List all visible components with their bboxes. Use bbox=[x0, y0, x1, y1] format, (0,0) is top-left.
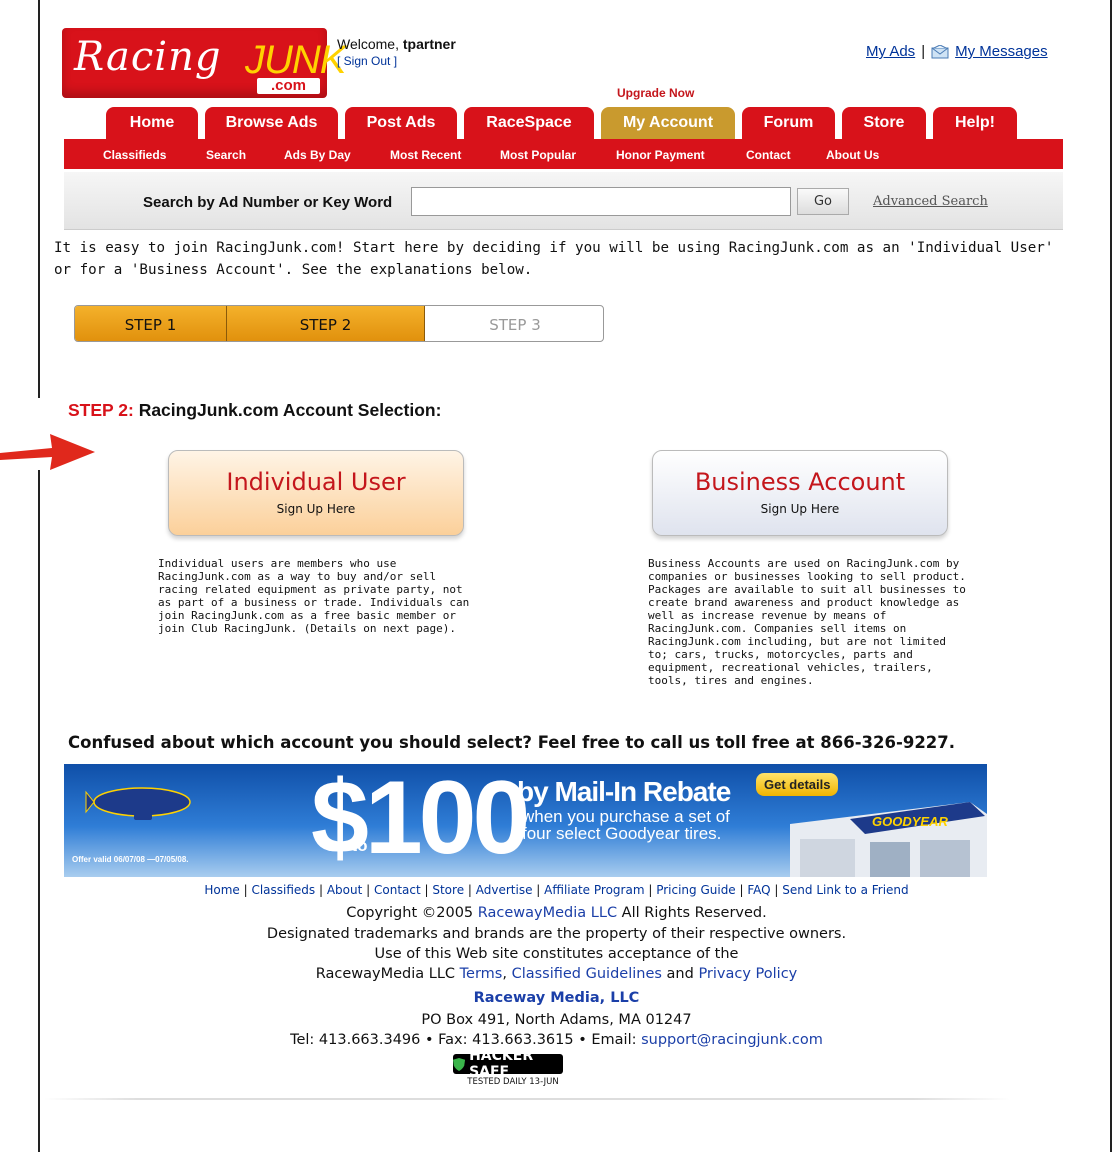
copyright-company-link[interactable]: RacewayMedia LLC bbox=[478, 905, 617, 921]
company-address: PO Box 491, North Adams, MA 01247 bbox=[421, 1012, 692, 1028]
pointer-arrow-icon bbox=[0, 434, 95, 470]
step-1: STEP 1 bbox=[75, 306, 227, 341]
my-messages-link[interactable]: My Messages bbox=[955, 43, 1048, 60]
business-account-subtitle: Sign Up Here bbox=[760, 502, 840, 516]
tab-racespace[interactable]: RaceSpace bbox=[464, 107, 594, 139]
racingjunk-logo[interactable]: Racing JUNK .com bbox=[62, 28, 346, 98]
subnav-search[interactable]: Search bbox=[206, 148, 246, 162]
welcome-message: Welcome, tpartner bbox=[337, 36, 456, 52]
top-links-separator: | bbox=[921, 43, 926, 60]
tested-daily-text: TESTED DAILY 13-JUN bbox=[467, 1077, 559, 1087]
footer-link-classifieds[interactable]: Classifieds bbox=[251, 883, 315, 897]
hacker-safe-badge[interactable]: HACKER SAFE bbox=[453, 1048, 563, 1080]
classified-guidelines-link[interactable]: Classified Guidelines bbox=[512, 966, 662, 982]
individual-user-subtitle: Sign Up Here bbox=[276, 502, 356, 516]
support-email-link[interactable]: support@racingjunk.com bbox=[641, 1032, 823, 1048]
business-account-title: Business Account bbox=[694, 468, 906, 496]
footer-link-store[interactable]: Store bbox=[432, 883, 464, 897]
footer-link-affiliate-program[interactable]: Affiliate Program bbox=[544, 883, 644, 897]
business-account-description: Business Accounts are used on RacingJunk… bbox=[648, 557, 966, 687]
terms-use-line: Use of this Web site constitutes accepta… bbox=[374, 946, 739, 962]
intro-text: It is easy to join RacingJunk.com! Start… bbox=[54, 240, 1054, 278]
goodyear-sign-text: GOODYEAR bbox=[872, 814, 948, 829]
subnav-most-recent[interactable]: Most Recent bbox=[390, 148, 461, 162]
step-heading-prefix: STEP 2: bbox=[68, 400, 134, 420]
subnav-honor-payment[interactable]: Honor Payment bbox=[616, 148, 705, 162]
sub-navigation: Classifieds Search Ads By Day Most Recen… bbox=[64, 139, 1063, 169]
tab-store[interactable]: Store bbox=[842, 107, 926, 139]
logo-racing-text: Racing bbox=[74, 34, 222, 80]
blimp-icon bbox=[85, 787, 191, 820]
subnav-classifieds[interactable]: Classifieds bbox=[103, 148, 166, 162]
individual-user-description: Individual users are members who use Rac… bbox=[158, 557, 470, 635]
footer-link-home[interactable]: Home bbox=[204, 883, 239, 897]
footer-link-faq[interactable]: FAQ bbox=[747, 883, 770, 897]
frame-border-left-bottom bbox=[38, 470, 40, 1152]
tab-home[interactable]: Home bbox=[106, 107, 198, 139]
footer-link-advertise[interactable]: Advertise bbox=[476, 883, 533, 897]
business-account-button[interactable]: Business Account Sign Up Here bbox=[652, 450, 948, 536]
frame-border-left-top bbox=[38, 0, 40, 398]
goodyear-rebate-banner[interactable]: $100 up to by Mail-In Rebate when you pu… bbox=[64, 764, 987, 877]
footer-link-send-to-friend[interactable]: Send Link to a Friend bbox=[782, 883, 908, 897]
company-name: Raceway Media, LLC bbox=[473, 990, 640, 1006]
tab-help[interactable]: Help! bbox=[933, 107, 1017, 139]
policy-links-line: RacewayMedia LLC Terms, Classified Guide… bbox=[315, 966, 798, 982]
copyright-line: Copyright ©2005 RacewayMedia LLC All Rig… bbox=[346, 905, 767, 921]
tab-forum[interactable]: Forum bbox=[742, 107, 835, 139]
step-heading-text: RacingJunk.com Account Selection: bbox=[133, 400, 442, 420]
my-ads-link[interactable]: My Ads bbox=[866, 43, 915, 60]
page-title: STEP 2: RacingJunk.com Account Selection… bbox=[68, 400, 441, 421]
footer-link-contact[interactable]: Contact bbox=[374, 883, 421, 897]
rebate-subtext: when you purchase a set of four select G… bbox=[522, 807, 730, 843]
footer-link-about[interactable]: About bbox=[327, 883, 362, 897]
sign-out-link[interactable]: [ Sign Out ] bbox=[337, 54, 397, 68]
terms-link[interactable]: Terms bbox=[460, 966, 503, 982]
username: tpartner bbox=[402, 36, 456, 52]
individual-user-title: Individual User bbox=[226, 468, 406, 496]
subnav-most-popular[interactable]: Most Popular bbox=[500, 148, 576, 162]
envelope-icon bbox=[931, 44, 949, 58]
step-3: STEP 3 bbox=[489, 315, 541, 334]
toll-free-help-text: Confused about which account you should … bbox=[68, 733, 956, 752]
get-details-button[interactable]: Get details bbox=[756, 773, 839, 796]
tab-post-ads[interactable]: Post Ads bbox=[345, 107, 457, 139]
individual-user-button[interactable]: Individual User Sign Up Here bbox=[168, 450, 464, 536]
footer-divider bbox=[44, 1098, 1010, 1100]
search-input[interactable] bbox=[411, 187, 791, 216]
logo-dotcom-text: .com bbox=[257, 78, 321, 94]
step-progress: STEP 1 STEP 2 STEP 3 bbox=[74, 305, 604, 342]
search-label: Search by Ad Number or Key Word bbox=[143, 194, 393, 211]
trademarks-line: Designated trademarks and brands are the… bbox=[266, 926, 847, 942]
goodyear-store-image: GOODYEAR bbox=[790, 802, 987, 877]
go-button[interactable]: Go bbox=[797, 188, 849, 215]
company-contact: Tel: 413.663.3496 • Fax: 413.663.3615 • … bbox=[290, 1032, 823, 1048]
privacy-policy-link[interactable]: Privacy Policy bbox=[698, 966, 797, 982]
rebate-up-to: up to bbox=[326, 836, 368, 855]
shield-icon bbox=[453, 1057, 466, 1071]
footer-links: Home | Classifieds | About | Contact | S… bbox=[204, 883, 909, 897]
top-links: My Ads | My Messages bbox=[866, 43, 1048, 60]
subnav-ads-by-day[interactable]: Ads By Day bbox=[284, 148, 351, 162]
advanced-search-link[interactable]: Advanced Search bbox=[873, 194, 988, 209]
rebate-headline: by Mail-In Rebate bbox=[517, 776, 731, 807]
upgrade-now-link[interactable]: Upgrade Now bbox=[617, 86, 694, 100]
offer-dates: Offer valid 06/07/08 —07/05/08. bbox=[72, 855, 189, 864]
subnav-about-us[interactable]: About Us bbox=[826, 148, 879, 162]
tab-browse-ads[interactable]: Browse Ads bbox=[205, 107, 338, 139]
hacker-safe-text: HACKER SAFE bbox=[469, 1048, 534, 1080]
step-2: STEP 2 bbox=[227, 306, 425, 341]
tab-my-account[interactable]: My Account bbox=[601, 107, 735, 139]
footer-link-pricing-guide[interactable]: Pricing Guide bbox=[656, 883, 736, 897]
subnav-contact[interactable]: Contact bbox=[746, 148, 791, 162]
